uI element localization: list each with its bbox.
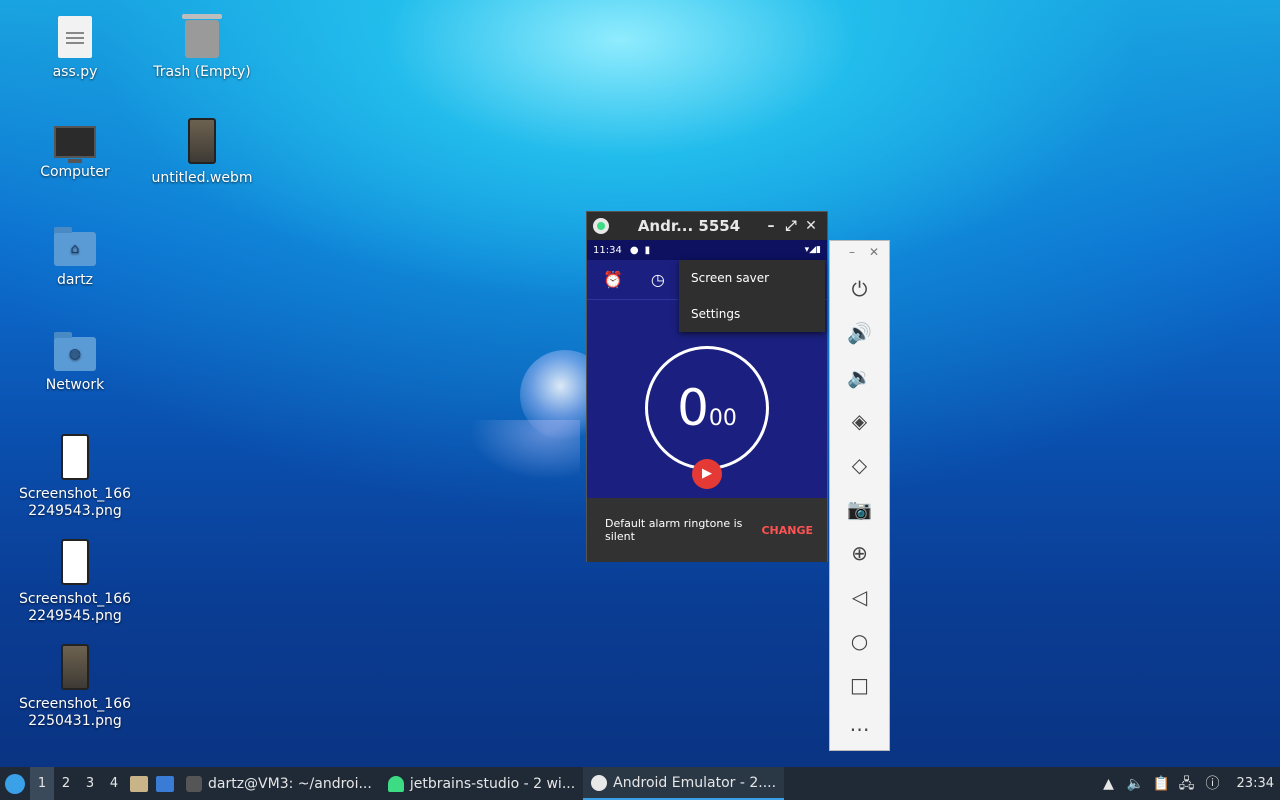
snackbar-message: Default alarm ringtone is silent [605, 517, 743, 543]
close-icon[interactable]: ✕ [801, 218, 821, 234]
stopwatch-display: 000 [645, 346, 769, 470]
tray-expand-icon[interactable]: ▲ [1101, 776, 1117, 792]
workspace-3[interactable]: 3 [78, 767, 102, 800]
rotate-right-icon[interactable]: ◇ [830, 443, 889, 487]
signal-battery-icon: ▾◢▮ [804, 245, 821, 255]
clock-tab-icon[interactable]: ◷ [651, 270, 665, 289]
more-icon[interactable]: ⋯ [830, 707, 889, 751]
image-file-icon [61, 644, 89, 690]
camera-icon[interactable]: 📷 [830, 487, 889, 531]
play-button[interactable]: ▶ [692, 459, 722, 489]
desktop-icon-screenshot-3[interactable]: Screenshot_166 2250431.png [10, 644, 140, 730]
timer-main: 0 [677, 379, 709, 437]
desktop-icon-untitled-webm[interactable]: untitled.webm [137, 118, 267, 187]
timer-sub: 00 [708, 406, 737, 431]
desktop-icon-label: untitled.webm [151, 170, 253, 186]
file-manager-launcher[interactable] [126, 767, 152, 800]
expand-icon[interactable]: ⤢ [781, 218, 801, 234]
video-file-icon [188, 118, 216, 164]
snackbar: Default alarm ringtone is silent CHANGE [587, 498, 827, 562]
desktop-icon-label: Trash (Empty) [153, 64, 251, 80]
desktop-icon-label: ass.py [52, 64, 98, 80]
clock-app: ⏰ ◷ Screen saver Settings 000 ▶ Default … [587, 260, 827, 562]
image-file-icon [61, 434, 89, 480]
menu-item-screen-saver[interactable]: Screen saver [679, 260, 825, 296]
start-menu-icon [5, 773, 25, 794]
toolbar-close-icon[interactable]: ✕ [869, 245, 879, 267]
taskbar: 1 2 3 4 dartz@VM3: ~/androi... jetbrains… [0, 767, 1280, 800]
update-notifier-icon[interactable]: ⓘ [1205, 776, 1221, 792]
task-jetbrains-studio[interactable]: jetbrains-studio - 2 wi... [380, 767, 583, 800]
emulator-title: Andr... 5554 [637, 217, 741, 235]
menu-item-settings[interactable]: Settings [679, 296, 825, 332]
desktop-icon-screenshot-2[interactable]: Screenshot_166 2249545.png [10, 539, 140, 625]
desktop-icon-label: Screenshot_166 2249545.png [18, 591, 132, 624]
emulator-logo-icon [593, 218, 609, 234]
android-status-bar: 11:34 ● ▮ ▾◢▮ [587, 240, 827, 260]
overflow-menu: Screen saver Settings [679, 260, 825, 332]
desktop-icon-trash[interactable]: Trash (Empty) [137, 14, 267, 81]
toolbar-minimize-icon[interactable]: – [849, 245, 855, 267]
python-file-icon [58, 16, 92, 58]
task-android-emulator[interactable]: Android Emulator - 2.... [583, 767, 785, 800]
zoom-icon[interactable]: ⊕ [830, 531, 889, 575]
desktop-icon-network[interactable]: ◍ Network [10, 329, 140, 394]
volume-icon[interactable]: 🔈 [1127, 776, 1144, 792]
desktop-icon-dartz[interactable]: ⌂ dartz [10, 224, 140, 289]
emulator-window: Andr... 5554 – ⤢ ✕ 11:34 ● ▮ ▾◢▮ ⏰ ◷ Scr… [586, 211, 828, 562]
alarm-tab-icon[interactable]: ⏰ [603, 270, 623, 289]
task-label: dartz@VM3: ~/androi... [208, 775, 372, 792]
trash-icon [182, 14, 222, 58]
toolbar-header: – ✕ [830, 241, 889, 267]
desktop-icon [156, 775, 174, 792]
emulator-icon [591, 774, 608, 791]
desktop-icon-screenshot-1[interactable]: Screenshot_166 2249543.png [10, 434, 140, 520]
folder-icon [130, 775, 148, 792]
status-time: 11:34 [593, 244, 622, 256]
notification-icon: ● [629, 244, 639, 256]
task-label: jetbrains-studio - 2 wi... [409, 775, 576, 792]
network-folder-icon: ◍ [54, 332, 96, 371]
volume-up-icon[interactable]: 🔊 [830, 311, 889, 355]
power-icon[interactable]: ⏻ [830, 267, 889, 311]
workspace-4[interactable]: 4 [102, 767, 126, 800]
desktop-icon-label: Screenshot_166 2250431.png [18, 696, 132, 729]
clock[interactable]: 23:34 [1231, 776, 1274, 791]
snackbar-change-button[interactable]: CHANGE [761, 524, 813, 537]
emulator-titlebar[interactable]: Andr... 5554 – ⤢ ✕ [587, 212, 827, 240]
overview-icon[interactable]: □ [830, 663, 889, 707]
desktop-icon-label: Network [45, 377, 105, 393]
show-desktop-button[interactable] [152, 767, 178, 800]
android-icon [387, 775, 404, 792]
rotate-left-icon[interactable]: ◈ [830, 399, 889, 443]
start-menu-button[interactable] [0, 767, 30, 800]
desktop-icon-label: Screenshot_166 2249543.png [18, 486, 132, 519]
image-file-icon [61, 539, 89, 585]
minimize-icon[interactable]: – [761, 218, 781, 234]
network-icon[interactable]: 🖧 [1179, 776, 1195, 792]
desktop-icon-label: Computer [40, 164, 110, 180]
task-terminal[interactable]: dartz@VM3: ~/androi... [178, 767, 380, 800]
volume-down-icon[interactable]: 🔉 [830, 355, 889, 399]
terminal-icon [186, 775, 202, 792]
back-icon[interactable]: ◁ [830, 575, 889, 619]
wallpaper-jellyfish-tail [470, 420, 580, 480]
workspace-1[interactable]: 1 [30, 767, 54, 800]
sdcard-icon: ▮ [644, 244, 651, 256]
computer-icon [54, 126, 96, 163]
clipboard-icon[interactable]: 📋 [1153, 776, 1170, 792]
home-icon[interactable]: ○ [830, 619, 889, 663]
home-folder-icon: ⌂ [54, 227, 96, 266]
desktop-icon-ass-py[interactable]: ass.py [10, 16, 140, 81]
emulator-toolbar: – ✕ ⏻ 🔊 🔉 ◈ ◇ 📷 ⊕ ◁ ○ □ ⋯ [829, 240, 890, 751]
desktop-icon-label: dartz [56, 272, 94, 288]
task-label: Android Emulator - 2.... [613, 774, 777, 791]
workspace-2[interactable]: 2 [54, 767, 78, 800]
desktop-icon-computer[interactable]: Computer [10, 120, 140, 181]
system-tray: ▲ 🔈 📋 🖧 ⓘ 23:34 [1101, 767, 1280, 800]
